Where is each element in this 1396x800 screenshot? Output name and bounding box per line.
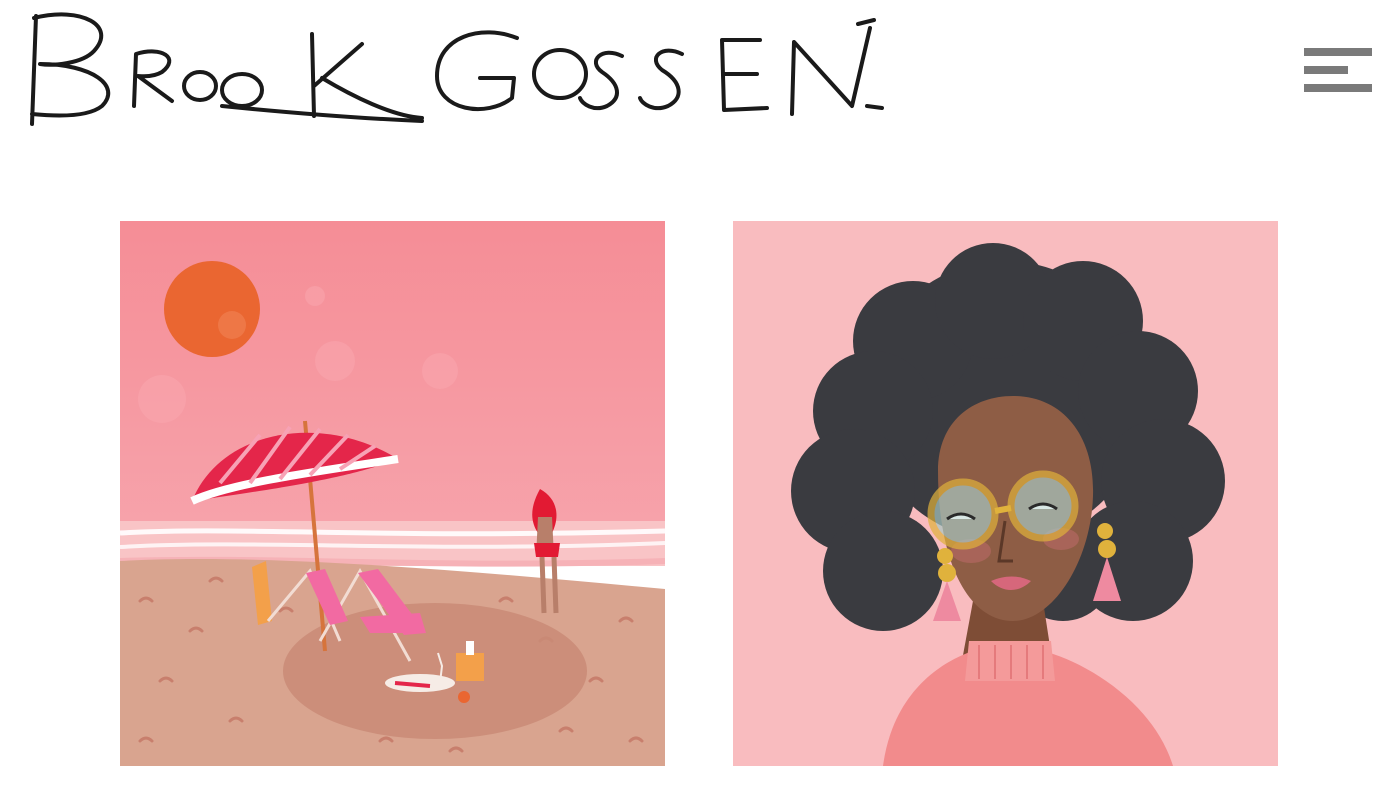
portrait-illustration-image	[733, 221, 1278, 766]
site-logo[interactable]	[22, 6, 892, 136]
beach-illustration-image	[120, 221, 665, 766]
hamburger-menu-icon	[1304, 48, 1372, 92]
gallery-item-beach[interactable]	[120, 221, 665, 766]
gallery-item-portrait[interactable]	[733, 221, 1278, 766]
handwritten-logo-icon	[30, 12, 884, 126]
site-header	[0, 0, 1396, 150]
menu-button[interactable]	[1300, 44, 1376, 96]
